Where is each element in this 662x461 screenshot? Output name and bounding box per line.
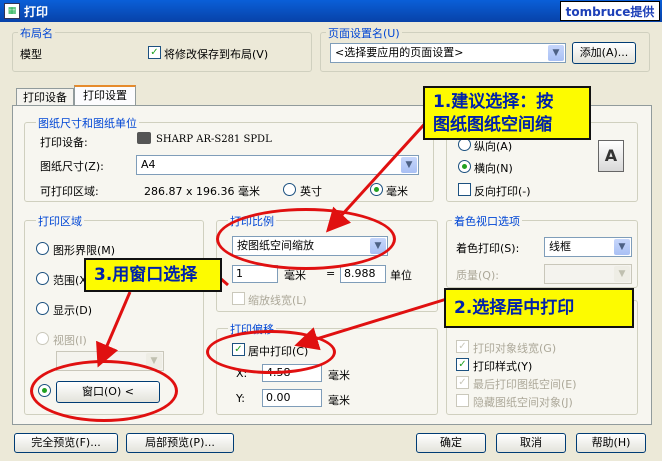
callout-3: 3.用窗口选择: [84, 258, 222, 292]
callout-2: 2.选择居中打印: [444, 288, 634, 328]
callout-1-line1: 1.建议选择：按: [433, 92, 554, 112]
highlight-window: [30, 360, 178, 422]
highlight-center: [206, 330, 336, 374]
callout-1: 1.建议选择：按 图纸图纸空间缩: [423, 86, 591, 140]
callout-1-line2: 图纸图纸空间缩: [433, 115, 552, 135]
highlight-scale: [216, 208, 396, 270]
arrow-2: [294, 296, 451, 351]
arrow-3: [96, 291, 132, 368]
